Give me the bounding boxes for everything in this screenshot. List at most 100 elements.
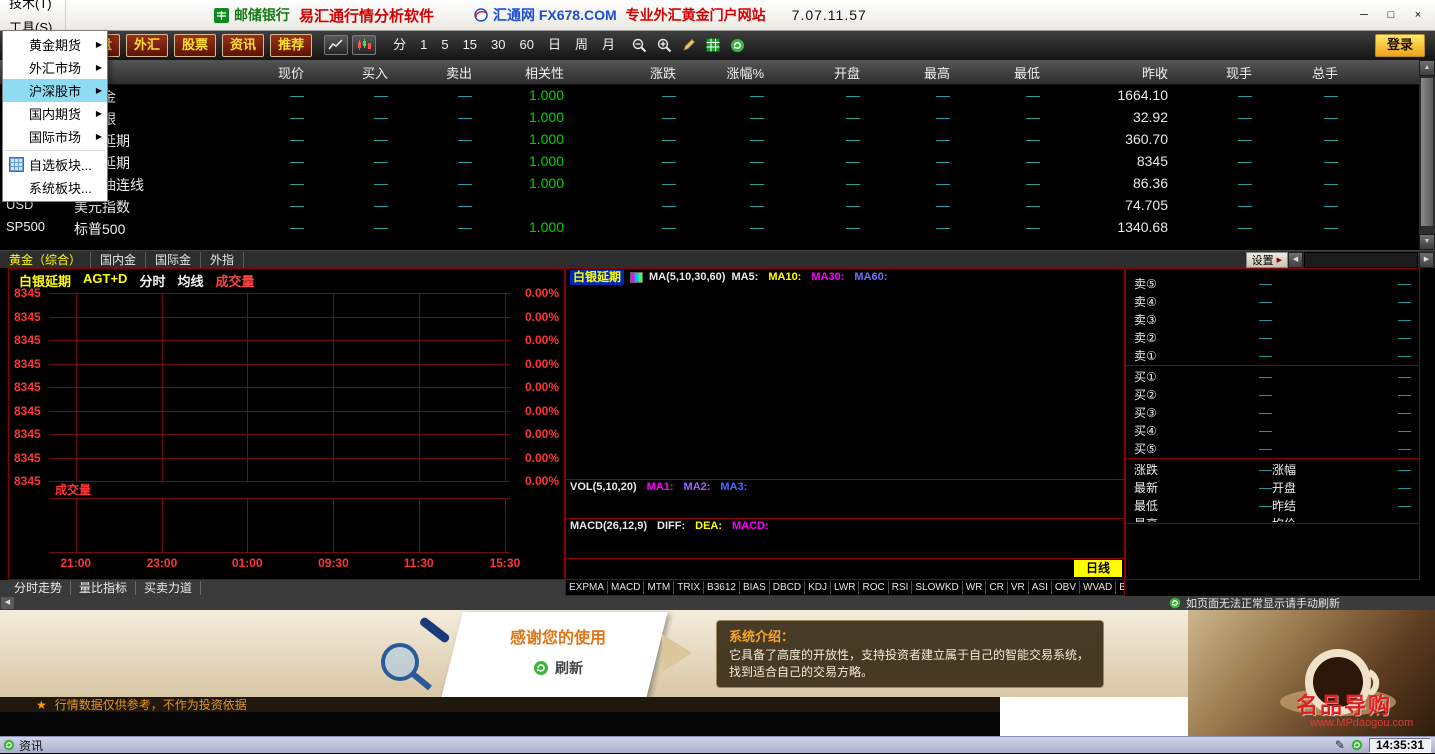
indicator-tab[interactable]: BIAS: [740, 581, 770, 594]
indicator-tab[interactable]: MTM: [644, 581, 674, 594]
quote-cell: —: [870, 219, 960, 235]
zoom-in-icon[interactable]: [657, 38, 672, 53]
quote-cell: —: [1178, 197, 1262, 213]
chart-bottom-tab[interactable]: 买卖力道: [136, 581, 201, 595]
scrollbar-thumb[interactable]: [1420, 77, 1434, 227]
dropdown-item[interactable]: 沪深股市▶: [3, 79, 107, 102]
indicator-tab[interactable]: B3612: [704, 581, 740, 594]
period-button[interactable]: 30: [484, 31, 512, 59]
dropdown-item-label: 自选板块...: [29, 155, 92, 174]
quote-cell: —: [574, 87, 686, 103]
period-button[interactable]: 1: [413, 31, 434, 59]
minimize-button[interactable]: ─: [1355, 8, 1373, 23]
close-button[interactable]: ×: [1409, 8, 1427, 23]
settings-button[interactable]: 设置 ▶: [1246, 252, 1288, 268]
indicator-tab[interactable]: CR: [986, 581, 1007, 594]
line-chart-button[interactable]: [324, 35, 348, 55]
indicator-tab[interactable]: MACD: [608, 581, 644, 594]
banner-refresh-button[interactable]: 刷新: [468, 658, 648, 678]
period-daily-button[interactable]: 日线: [1074, 560, 1122, 577]
refresh-note[interactable]: 如页面无法正常显示请手动刷新: [1169, 595, 1340, 611]
market-tab[interactable]: 外指: [201, 252, 244, 268]
quote-row[interactable]: 白银延期———1.000—————8345——: [0, 150, 1419, 172]
quote-row[interactable]: 伦敦银———1.000—————32.92——: [0, 106, 1419, 128]
tab-scroll-track[interactable]: [1304, 252, 1418, 268]
indicator-tab[interactable]: ASI: [1029, 581, 1052, 594]
dropdown-item[interactable]: 系统板块...: [3, 176, 107, 199]
refresh-icon[interactable]: [1351, 739, 1363, 751]
chart-bottom-tab[interactable]: 分时走势: [6, 581, 71, 595]
market-tab[interactable]: 国内金: [91, 252, 146, 268]
time-chart-title: 白银延期AGT+D分时均线成交量: [9, 269, 564, 287]
period-button[interactable]: 日: [541, 31, 568, 59]
order-row: 买②——: [1126, 385, 1419, 403]
legend-item: MA1:: [647, 481, 674, 493]
indicator-tab[interactable]: DBCD: [770, 581, 805, 594]
news-button[interactable]: 资讯: [3, 737, 43, 754]
scroll-down-icon[interactable]: ▼: [1419, 234, 1435, 250]
time-chart-panel[interactable]: 白银延期AGT+D分时均线成交量 83458345834583458345834…: [8, 268, 565, 580]
candle-chart-button[interactable]: [352, 35, 376, 55]
period-button[interactable]: 分: [386, 31, 413, 59]
quote-row[interactable]: 美原油连线———1.000—————86.36——: [0, 172, 1419, 194]
login-button[interactable]: 登录: [1375, 34, 1425, 57]
period-button[interactable]: 15: [456, 31, 484, 59]
indicator-tab[interactable]: VR: [1008, 581, 1029, 594]
menubar-item[interactable]: 技术(T): [0, 0, 66, 16]
zoom-out-icon[interactable]: [632, 38, 647, 53]
quote-row[interactable]: USD美元指数————————74.705——: [0, 194, 1419, 216]
market-tab[interactable]: 国际金: [146, 252, 201, 268]
indicator-tab[interactable]: LWR: [831, 581, 859, 594]
news-icon: [3, 739, 15, 751]
chart-bottom-tabs: 分时走势量比指标买卖力道: [0, 580, 565, 596]
indicator-tab[interactable]: WR: [963, 581, 987, 594]
indicator-tab[interactable]: TRIX: [674, 581, 704, 594]
indicator-tab[interactable]: SLOWKD: [912, 581, 962, 594]
calculator-icon[interactable]: [706, 38, 720, 52]
dropdown-item[interactable]: 国内期货▶: [3, 102, 107, 125]
indicator-tab[interactable]: RSI: [889, 581, 913, 594]
pen-icon[interactable]: ✎: [1335, 738, 1345, 752]
quote-row[interactable]: 黄金延期———1.000—————360.70——: [0, 128, 1419, 150]
quote-scrollbar[interactable]: ▲ ▼: [1419, 60, 1435, 250]
indicator-tab[interactable]: EXPMA: [566, 581, 608, 594]
tab-scroll-right-icon[interactable]: ▶: [1419, 252, 1434, 268]
quote-cell: —: [1262, 219, 1348, 235]
chart-bottom-tab[interactable]: 量比指标: [71, 581, 136, 595]
dark-filler: [0, 712, 1000, 736]
period-button[interactable]: 5: [434, 31, 455, 59]
period-button[interactable]: 60: [513, 31, 541, 59]
indicator-tab[interactable]: WVAD: [1080, 581, 1116, 594]
quote-cell: —: [1262, 153, 1348, 169]
period-button[interactable]: 月: [595, 31, 622, 59]
indicator-tab[interactable]: KDJ: [805, 581, 831, 594]
indicator-tab[interactable]: OBV: [1052, 581, 1080, 594]
quote-row[interactable]: SP500标普500———1.000—————1340.68——: [0, 216, 1419, 238]
draw-pen-icon[interactable]: [682, 38, 696, 52]
back-arrow-icon[interactable]: ◀: [1, 597, 14, 609]
dropdown-item[interactable]: 国际市场▶: [3, 125, 107, 148]
period-button[interactable]: 周: [568, 31, 595, 59]
indicator-tab[interactable]: ROC: [859, 581, 888, 594]
quote-cell: —: [574, 109, 686, 125]
market-tabbar: 黄金（综合）国内金国际金外指 设置 ▶ ◀ ▶: [0, 250, 1435, 269]
scroll-up-icon[interactable]: ▲: [1419, 60, 1435, 76]
toolbar-button[interactable]: 资讯: [222, 34, 264, 57]
indicator-tab[interactable]: BO: [1116, 581, 1124, 594]
chart-title-part: 分时: [139, 271, 165, 287]
toolbar-button[interactable]: 推荐: [270, 34, 312, 57]
dropdown-item[interactable]: 自选板块...: [3, 153, 107, 176]
dropdown-item[interactable]: 外汇市场▶: [3, 56, 107, 79]
market-tab[interactable]: 黄金（综合）: [0, 252, 91, 268]
maximize-button[interactable]: □: [1382, 8, 1400, 23]
dropdown-item[interactable]: 黄金期货▶: [3, 33, 107, 56]
toolbar-button[interactable]: 股票: [174, 34, 216, 57]
kline-chart-panel[interactable]: 白银延期 MA(5,10,30,60) MA5:MA10:MA30:MA60: …: [565, 268, 1125, 596]
legend-item: MA3:: [720, 481, 747, 493]
quote-cell: —: [574, 131, 686, 147]
quote-row[interactable]: 伦敦金———1.000—————1664.10——: [0, 84, 1419, 106]
toolbar-button[interactable]: 外汇: [126, 34, 168, 57]
order-row: 卖③——: [1126, 310, 1419, 328]
refresh-icon[interactable]: [730, 38, 745, 53]
tab-scroll-left-icon[interactable]: ◀: [1288, 252, 1303, 268]
